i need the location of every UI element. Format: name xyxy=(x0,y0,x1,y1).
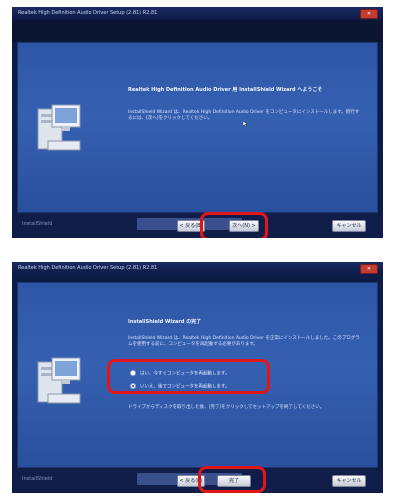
cancel-button[interactable]: キャンセル xyxy=(332,475,366,487)
installer-complete-screen: Realtek High Definition Audio Driver Set… xyxy=(12,262,383,493)
window-title: Realtek High Definition Audio Driver Set… xyxy=(18,10,158,16)
installshield-brand: InstallShield xyxy=(22,476,53,482)
cancel-button[interactable]: キャンセル xyxy=(332,220,366,232)
window-title-bar: Realtek High Definition Audio Driver Set… xyxy=(12,262,383,275)
restart-options-highlight xyxy=(107,359,270,394)
complete-heading: InstallShield Wizard の完了 xyxy=(128,319,202,325)
computer-icon xyxy=(37,357,81,404)
finish-button-highlight xyxy=(198,466,266,493)
computer-icon xyxy=(37,104,81,151)
window-title-bar: Realtek High Definition Audio Driver Set… xyxy=(12,7,383,20)
installer-welcome-screen: Realtek High Definition Audio Driver Set… xyxy=(12,7,383,238)
close-button[interactable]: ✕ xyxy=(360,9,378,19)
installshield-brand: InstallShield xyxy=(22,221,53,227)
welcome-heading: Realtek High Definition Audio Driver 用 I… xyxy=(128,87,323,93)
window-title: Realtek High Definition Audio Driver Set… xyxy=(18,265,158,271)
next-button-highlight xyxy=(200,212,268,238)
close-button[interactable]: ✕ xyxy=(360,264,378,274)
header-strip xyxy=(12,20,383,42)
mouse-pointer-icon xyxy=(243,121,248,127)
remove-media-note: ドライブからディスクを取り出した後、[完了]をクリックしてセットアップを終了して… xyxy=(128,405,325,410)
complete-body: InstallShield Wizard は、Realtek High Defi… xyxy=(128,336,360,347)
